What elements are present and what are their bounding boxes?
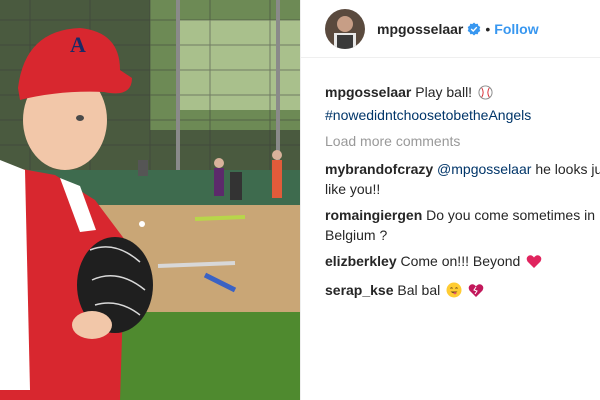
- comment-username[interactable]: serap_kse: [325, 282, 394, 298]
- red-heart-icon: [526, 254, 542, 274]
- comment-text: Bal bal: [397, 282, 441, 298]
- follow-button[interactable]: Follow: [494, 21, 538, 37]
- header-username[interactable]: mpgosselaar: [377, 21, 463, 37]
- comment-item: mybrandofcrazy @mpgosselaar he looks jus…: [325, 159, 600, 199]
- comment-username[interactable]: elizberkley: [325, 253, 397, 269]
- avatar[interactable]: [325, 8, 365, 49]
- caption: mpgosselaar Play ball! #nowedidntchooset…: [325, 82, 600, 125]
- heart-icon: [468, 283, 484, 303]
- baseball-icon: [478, 85, 493, 105]
- comment-username[interactable]: romaingiergen: [325, 207, 422, 223]
- smiling-face-icon: [446, 282, 462, 303]
- comment-item: serap_kse Bal bal: [325, 280, 600, 303]
- comment-text: Come on!!! Beyond: [400, 253, 521, 269]
- post-side-panel: mpgosselaar • Follow mpgosselaar Play ba…: [300, 0, 600, 400]
- comment-item: romaingiergen Do you come sometimes in B…: [325, 205, 600, 245]
- comments-section: mpgosselaar Play ball! #nowedidntchooset…: [325, 82, 600, 309]
- caption-hashtag[interactable]: #nowedidntchoosetobetheAngels: [325, 105, 600, 125]
- post-header: mpgosselaar • Follow: [301, 0, 600, 58]
- separator-dot: •: [485, 20, 491, 37]
- verified-badge-icon: [467, 22, 481, 36]
- caption-text: Play ball!: [415, 84, 473, 100]
- load-more-comments-button[interactable]: Load more comments: [325, 131, 600, 151]
- comment-mention[interactable]: @mpgosselaar: [437, 161, 531, 177]
- caption-username[interactable]: mpgosselaar: [325, 84, 411, 100]
- svg-text:A: A: [70, 32, 86, 57]
- comment-item: elizberkley Come on!!! Beyond: [325, 251, 600, 274]
- post-photo[interactable]: A: [0, 0, 300, 400]
- comment-username[interactable]: mybrandofcrazy: [325, 161, 433, 177]
- boy-baseball-photo: A: [0, 0, 300, 400]
